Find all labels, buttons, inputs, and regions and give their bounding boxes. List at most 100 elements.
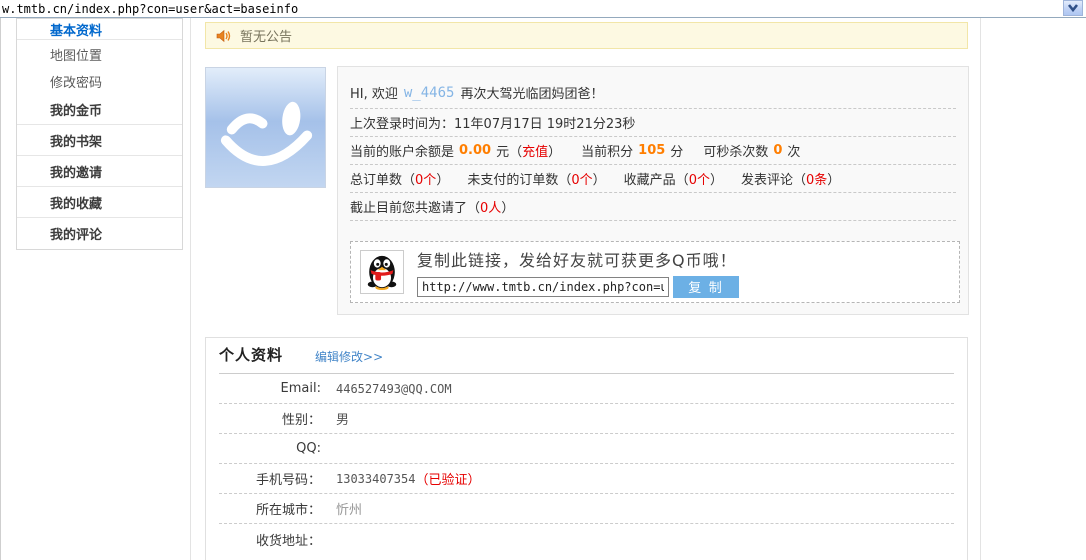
- chevron-down-icon: [1066, 2, 1080, 14]
- seckill-unit: 次: [787, 141, 800, 160]
- order-open-paren: （: [793, 173, 806, 188]
- order-stat-item: 未支付的订单数（0个）: [467, 169, 605, 188]
- sidebar-item-label: 基本资料: [50, 20, 102, 39]
- address-input[interactable]: [2, 1, 1052, 16]
- order-stat-item: 发表评论（0条）: [741, 169, 840, 188]
- greeting-suffix: 再次大驾光临团妈团爸！: [460, 83, 603, 102]
- recharge-link[interactable]: 充值: [522, 141, 548, 160]
- order-open-paren: （: [402, 173, 415, 188]
- balance-label: 当前的账户余额是: [350, 141, 454, 160]
- notice-text: 暂无公告: [240, 26, 292, 45]
- profile-field-label: 手机号码：: [219, 469, 321, 488]
- profile-field-label: 收货地址：: [219, 530, 321, 549]
- profile-field-row: Email: 446527493@QQ.COM: [219, 374, 954, 404]
- verified-badge: （已验证）: [415, 469, 480, 488]
- invite-count: 0人: [480, 197, 501, 216]
- orders-line: 总订单数（0个）未支付的订单数（0个）收藏产品（0个）发表评论（0条）: [350, 165, 956, 193]
- points-label: 当前积分: [581, 141, 633, 160]
- sidebar-item-7[interactable]: 我的评论: [17, 218, 182, 249]
- profile-field-label: Email:: [219, 381, 321, 396]
- sidebar-item-4[interactable]: 我的书架: [17, 125, 182, 156]
- order-stat-label: 总订单数: [350, 173, 402, 188]
- sidebar-item-0[interactable]: 基本资料: [17, 19, 182, 40]
- content-left-border: [190, 18, 191, 560]
- order-close-paren: ）: [436, 173, 449, 188]
- copy-button[interactable]: 复 制: [673, 276, 739, 298]
- order-stat-count: 0个: [689, 173, 710, 188]
- qq-invite-promo-box: 复制此链接，发给好友就可获更多Q币哦！ 复 制: [350, 241, 960, 303]
- profile-rows: Email: 446527493@QQ.COM 性别： 男 QQ: 手机号码： …: [219, 374, 954, 554]
- speaker-icon: [216, 29, 231, 43]
- user-avatar: [205, 67, 326, 188]
- qq-penguin-icon: [363, 253, 401, 291]
- balance-value: 0.00: [459, 143, 491, 158]
- profile-field-value: 13033407354 （已验证）: [336, 469, 481, 488]
- sidebar-item-label: 我的书架: [50, 131, 102, 150]
- greeting-prefix: HI, 欢迎: [350, 83, 398, 102]
- profile-field-label: 性别：: [219, 409, 321, 428]
- seckill-value: 0: [773, 143, 782, 158]
- qq-icon-frame: [360, 250, 404, 294]
- address-bar: [0, 0, 1086, 18]
- order-close-paren: ）: [710, 173, 723, 188]
- profile-field-row: QQ:: [219, 434, 954, 464]
- notice-bar: 暂无公告: [205, 22, 968, 49]
- balance-unit: 元（: [496, 141, 522, 160]
- sidebar-item-label: 修改密码: [50, 72, 102, 91]
- order-open-paren: （: [558, 173, 571, 188]
- order-stat-count: 0条: [806, 173, 827, 188]
- order-close-paren: ）: [593, 173, 606, 188]
- edit-profile-link[interactable]: 编辑修改>>: [315, 348, 383, 365]
- profile-field-value: 446527493@QQ.COM: [336, 382, 452, 396]
- account-info-panel: HI, 欢迎 w_4465 再次大驾光临团妈团爸！ 上次登录时间为：11年07月…: [337, 66, 969, 315]
- profile-field-value-text: 446527493@QQ.COM: [336, 382, 452, 396]
- profile-field-row: 所在城市： 忻州: [219, 494, 954, 524]
- profile-title: 个人资料: [219, 344, 283, 365]
- winking-smiley-avatar: [206, 68, 325, 187]
- last-login-line: 上次登录时间为：11年07月17日 19时21分23秒: [350, 109, 956, 137]
- order-open-paren: （: [676, 173, 689, 188]
- invite-prefix: 截止目前您共邀请了: [350, 197, 467, 216]
- balance-close-paren: ）: [548, 141, 561, 160]
- order-stat-item: 总订单数（0个）: [350, 169, 449, 188]
- profile-box: 个人资料 编辑修改>> Email: 446527493@QQ.COM 性别： …: [205, 337, 968, 560]
- order-stat-count: 0个: [571, 173, 592, 188]
- balance-line: 当前的账户余额是 0.00 元（充值） 当前积分 105 分 可秒杀次数 0 次: [350, 137, 956, 165]
- invite-close-paren: ）: [501, 197, 514, 216]
- profile-field-label: 所在城市：: [219, 499, 321, 518]
- sidebar-item-label: 我的邀请: [50, 162, 102, 181]
- order-close-paren: ）: [827, 173, 840, 188]
- sidebar-item-2[interactable]: 修改密码: [17, 68, 182, 94]
- sidebar-item-label: 我的评论: [50, 224, 102, 243]
- content-right-border: [980, 18, 981, 560]
- order-stat-item: 收藏产品（0个）: [624, 169, 723, 188]
- sidebar-menu: 基本资料地图位置修改密码我的金币我的书架我的邀请我的收藏我的评论: [16, 18, 183, 250]
- profile-field-value-text: 男: [336, 409, 349, 428]
- page: 基本资料地图位置修改密码我的金币我的书架我的邀请我的收藏我的评论 暂无公告: [0, 0, 1086, 560]
- username-link[interactable]: w_4465: [404, 85, 455, 101]
- profile-field-value-text: 13033407354: [336, 472, 415, 486]
- sidebar-item-1[interactable]: 地图位置: [17, 40, 182, 68]
- order-stat-label: 未支付的订单数: [467, 173, 558, 188]
- invite-url-input[interactable]: [417, 277, 669, 297]
- points-unit: 分: [670, 141, 683, 160]
- seckill-label: 可秒杀次数: [703, 141, 768, 160]
- order-stat-label: 收藏产品: [624, 173, 676, 188]
- sidebar-item-3[interactable]: 我的金币: [17, 94, 182, 125]
- sidebar-item-5[interactable]: 我的邀请: [17, 156, 182, 187]
- profile-field-value: 男: [336, 409, 349, 428]
- page-left-edge: [0, 18, 1, 560]
- sidebar-item-6[interactable]: 我的收藏: [17, 187, 182, 218]
- profile-field-row: 手机号码： 13033407354 （已验证）: [219, 464, 954, 494]
- profile-field-value-text: 忻州: [336, 499, 362, 518]
- profile-field-label: QQ:: [219, 441, 321, 456]
- sidebar-item-label: 地图位置: [50, 45, 102, 64]
- points-value: 105: [638, 143, 665, 158]
- welcome-line: HI, 欢迎 w_4465 再次大驾光临团妈团爸！: [350, 67, 956, 109]
- last-login-text: 上次登录时间为：11年07月17日 19时21分23秒: [350, 113, 635, 132]
- order-stat-count: 0个: [415, 173, 436, 188]
- sidebar-item-label: 我的金币: [50, 100, 102, 119]
- qq-promo-text: 复制此链接，发给好友就可获更多Q币哦！: [417, 247, 739, 271]
- address-dropdown-button[interactable]: [1063, 0, 1083, 16]
- profile-field-row: 性别： 男: [219, 404, 954, 434]
